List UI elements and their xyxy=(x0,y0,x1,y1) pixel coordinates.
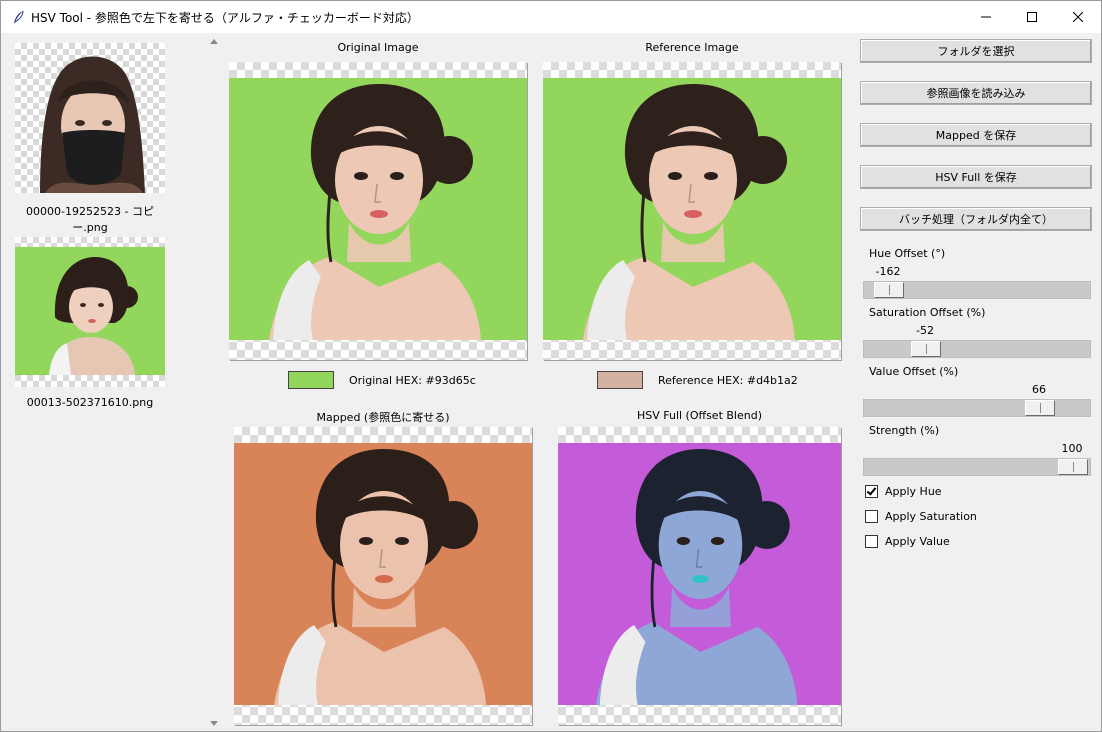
strength-value: 100 xyxy=(1061,442,1083,455)
slider-handle[interactable] xyxy=(1025,400,1055,416)
feather-icon xyxy=(14,10,24,23)
apply-saturation-label: Apply Saturation xyxy=(885,509,977,523)
title-bar: HSV Tool - 参照色で左下を寄せる（アルファ・チェッカーボード対応） xyxy=(1,1,1101,33)
reference-color-swatch xyxy=(597,371,643,389)
masked-portrait-image xyxy=(40,56,145,193)
thumbnail-green-portrait[interactable] xyxy=(15,237,165,387)
reference-hex-row: Reference HEX: #d4b1a2 xyxy=(597,370,798,390)
thumbnail-label[interactable]: 00013-502371610.png xyxy=(15,396,165,409)
select-folder-button[interactable]: フォルダを選択 xyxy=(860,39,1092,63)
original-hex-label: Original HEX: #93d65c xyxy=(349,373,476,387)
checkbox-box[interactable] xyxy=(865,534,878,548)
apply-hue-checkbox[interactable]: Apply Hue xyxy=(865,482,942,500)
file-sidebar: 00000-19252523 - コピー.png 00013-502371610… xyxy=(1,33,206,731)
apply-value-checkbox[interactable]: Apply Value xyxy=(865,532,950,550)
close-button[interactable] xyxy=(1055,1,1101,33)
hue-offset-label: Hue Offset (°) xyxy=(869,247,946,260)
hsvfull-image-title: HSV Full (Offset Blend) xyxy=(636,409,763,422)
green-portrait-image xyxy=(15,247,165,375)
hsvfull-image-canvas xyxy=(558,427,841,725)
checkbox-box[interactable] xyxy=(865,509,878,523)
hue-offset-value: -162 xyxy=(875,265,901,278)
saturation-offset-slider[interactable] xyxy=(863,340,1091,358)
window-title: HSV Tool - 参照色で左下を寄せる（アルファ・チェッカーボード対応） xyxy=(31,11,419,25)
apply-hue-label: Apply Hue xyxy=(885,484,942,498)
reference-image-canvas xyxy=(543,62,841,360)
app-window: HSV Tool - 参照色で左下を寄せる（アルファ・チェッカーボード対応） 0… xyxy=(0,0,1102,732)
saturation-offset-value: -52 xyxy=(916,324,934,337)
strength-slider[interactable] xyxy=(863,458,1091,476)
value-offset-slider[interactable] xyxy=(863,399,1091,417)
slider-handle[interactable] xyxy=(911,341,941,357)
original-image-canvas xyxy=(229,62,527,360)
hue-offset-slider[interactable] xyxy=(863,281,1091,299)
close-icon xyxy=(1073,12,1083,22)
mapped-image-title: Mapped (参照色に寄せる) xyxy=(316,411,450,424)
strength-label: Strength (%) xyxy=(869,424,940,437)
value-offset-label: Value Offset (%) xyxy=(869,365,959,378)
slider-handle[interactable] xyxy=(1058,459,1088,475)
thumbnail-masked-portrait[interactable] xyxy=(15,43,165,193)
sidebar-scrollbar[interactable] xyxy=(206,33,222,731)
value-offset-value: 66 xyxy=(1032,383,1046,396)
portrait-image xyxy=(234,443,532,705)
saturation-offset-label: Saturation Offset (%) xyxy=(869,306,986,319)
slider-handle[interactable] xyxy=(874,282,904,298)
checkbox-box[interactable] xyxy=(865,484,878,498)
scroll-down-icon[interactable] xyxy=(210,721,218,726)
original-hex-row: Original HEX: #93d65c xyxy=(288,370,476,390)
apply-saturation-checkbox[interactable]: Apply Saturation xyxy=(865,507,977,525)
portrait-image xyxy=(558,443,841,705)
apply-value-label: Apply Value xyxy=(885,534,950,548)
minimize-button[interactable] xyxy=(963,1,1009,33)
scroll-up-icon[interactable] xyxy=(210,39,218,44)
mapped-image-canvas xyxy=(234,427,532,725)
maximize-button[interactable] xyxy=(1009,1,1055,33)
original-color-swatch xyxy=(288,371,334,389)
load-reference-button[interactable]: 参照画像を読み込み xyxy=(860,81,1092,105)
reference-image-title: Reference Image xyxy=(645,41,739,54)
original-image-title: Original Image xyxy=(337,41,419,54)
save-mapped-button[interactable]: Mapped を保存 xyxy=(860,123,1092,147)
minimize-icon xyxy=(981,16,991,18)
portrait-image xyxy=(543,78,841,340)
portrait-image xyxy=(229,78,527,340)
save-hsvfull-button[interactable]: HSV Full を保存 xyxy=(860,165,1092,189)
thumbnail-label[interactable]: 00000-19252523 - コピー.png xyxy=(15,203,165,235)
batch-process-button[interactable]: バッチ処理（フォルダ内全て） xyxy=(860,207,1092,231)
maximize-icon xyxy=(1027,12,1037,22)
reference-hex-label: Reference HEX: #d4b1a2 xyxy=(658,373,798,387)
